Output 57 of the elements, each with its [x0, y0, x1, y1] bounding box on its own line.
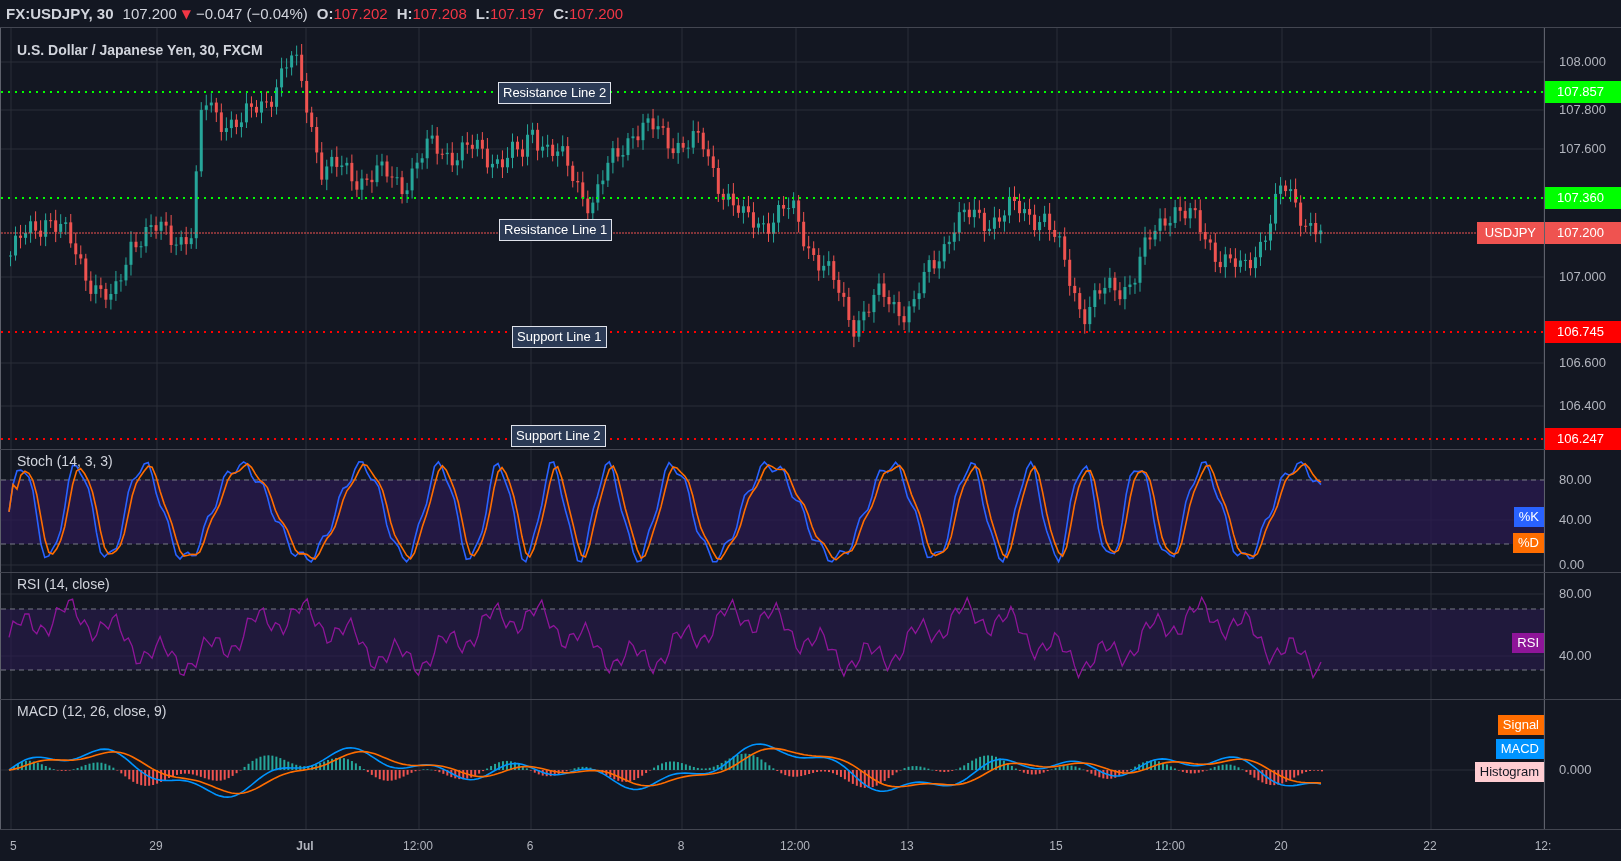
price-tag: 107.857: [1545, 81, 1621, 103]
price-tag: 106.247: [1545, 428, 1621, 450]
price-tag: 106.745: [1545, 321, 1621, 343]
time-axis-label: 15: [1049, 839, 1063, 853]
axis-tick-label: 107.000: [1559, 269, 1606, 284]
ohlc-value: 107.197: [489, 5, 545, 22]
ohlc-label: O:: [316, 5, 334, 22]
level-label: Support Line 1: [512, 326, 607, 348]
level-label: Resistance Line 2: [498, 82, 612, 104]
axis-tick-label: 106.600: [1559, 355, 1606, 370]
axis-tick-label: 108.000: [1559, 54, 1606, 69]
time-axis-label: 12:00: [1155, 839, 1185, 853]
legend-tag: Histogram: [1474, 762, 1544, 782]
axis-tick-label: 40.00: [1559, 512, 1592, 527]
legend-tag: RSI: [1512, 633, 1544, 653]
time-axis-label: 5: [10, 839, 17, 853]
axis-tick-label: 0.000: [1559, 762, 1592, 777]
ohlc-label: L:: [475, 5, 490, 22]
time-axis-label: 13: [900, 839, 914, 853]
level-label: Support Line 2: [511, 425, 606, 447]
indicator-title: RSI (14, close): [17, 576, 110, 592]
symbol-label: FX:USDJPY, 30: [6, 5, 114, 22]
axis-tick-label: 107.800: [1559, 102, 1606, 117]
ohlc-label: H:: [396, 5, 413, 22]
time-axis-label: 20: [1274, 839, 1288, 853]
time-axis-label: 6: [526, 839, 534, 853]
legend-tag: Signal: [1497, 715, 1544, 735]
axis-tick-label: 80.00: [1559, 472, 1592, 487]
axis-tick-label: 107.600: [1559, 141, 1606, 156]
time-axis-label: 12:: [1534, 839, 1552, 853]
legend-tag: MACD: [1495, 739, 1544, 759]
axis-tick-label: 80.00: [1559, 586, 1592, 601]
time-axis-label: 8: [677, 839, 685, 853]
time-axis-label: 12:00: [403, 839, 433, 853]
axis-tick-label: 40.00: [1559, 648, 1592, 663]
ohlc-value: 107.208: [412, 5, 467, 22]
price-tag: 107.360: [1545, 187, 1621, 209]
ohlc-value: 107.200: [568, 5, 624, 22]
price-direction-arrow: ▼: [181, 6, 191, 21]
legend-tag: %K: [1513, 507, 1544, 527]
ohlc-label: C:: [553, 5, 569, 22]
indicator-title: MACD (12, 26, close, 9): [17, 703, 167, 719]
level-label: Resistance Line 1: [499, 219, 613, 241]
price-change: −0.047 (−0.04%): [196, 5, 308, 22]
last-price: 107.200: [122, 5, 177, 22]
ohlc-value: 107.202: [333, 5, 388, 22]
time-axis-label: Jul: [296, 839, 314, 853]
axis-tick-label: 106.400: [1559, 398, 1606, 413]
price-tag: 107.200: [1545, 222, 1621, 244]
symbol-tag: USDJPY: [1476, 222, 1544, 244]
time-axis-label: 22: [1423, 839, 1437, 853]
time-axis-label: 29: [149, 839, 163, 853]
axis-tick-label: 0.00: [1559, 557, 1585, 572]
chart-title: U.S. Dollar / Japanese Yen, 30, FXCM: [17, 42, 263, 58]
time-axis-label: 12:00: [780, 839, 810, 853]
indicator-title: Stoch (14, 3, 3): [17, 453, 113, 469]
legend-tag: %D: [1513, 533, 1544, 553]
